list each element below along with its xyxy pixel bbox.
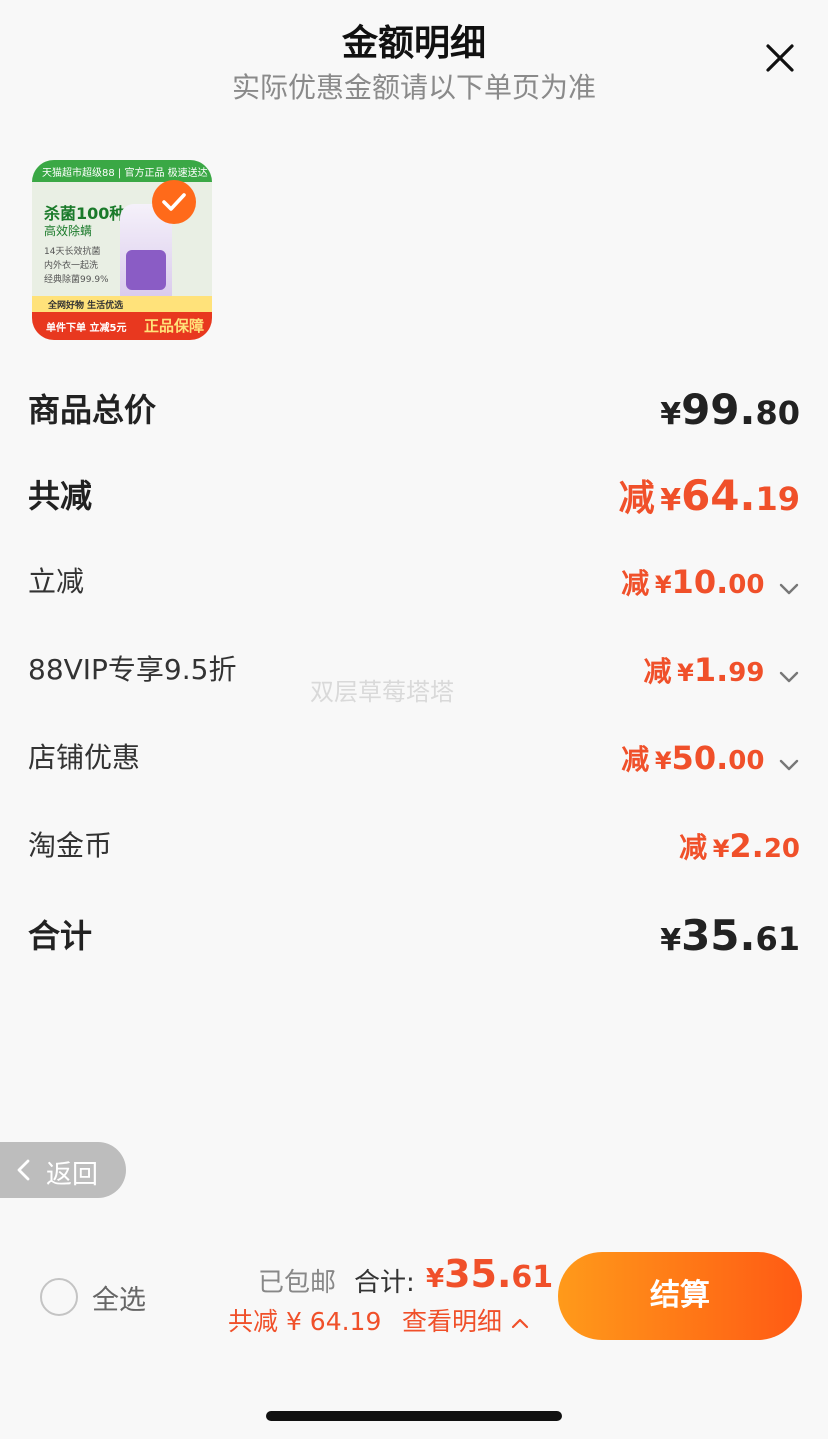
discount-amount: 减 ¥1.99 bbox=[644, 640, 800, 706]
amount-int: 64. bbox=[681, 471, 756, 520]
product-feature: 经典除菌99.9% bbox=[44, 275, 109, 285]
discount-row-coins: 淘金币 减 ¥2.20 bbox=[28, 816, 800, 876]
chevron-down-icon[interactable] bbox=[778, 666, 800, 688]
amount-dec: 00 bbox=[728, 570, 765, 600]
page-subtitle: 实际优惠金额请以下单页为准 bbox=[231, 71, 596, 104]
product-banner-1: 全网好物 生活优选 bbox=[32, 296, 212, 312]
amount-int: 1. bbox=[693, 651, 729, 689]
footer-total-amount: ¥35.61 bbox=[426, 1252, 553, 1296]
select-all-radio[interactable] bbox=[40, 1278, 78, 1316]
yen-symbol: ¥ bbox=[712, 835, 730, 863]
amount-int: 35. bbox=[444, 1252, 512, 1296]
discount-prefix: 减 bbox=[621, 743, 650, 776]
close-icon[interactable] bbox=[760, 38, 800, 78]
total-label: 合计 bbox=[28, 917, 93, 955]
total-discount-amount: 减 ¥64.19 bbox=[619, 466, 800, 535]
product-banner-2: 单件下单 立减5元 正品保障 bbox=[32, 312, 212, 340]
subtotal-label: 商品总价 bbox=[28, 391, 157, 429]
amount-dec: 61 bbox=[511, 1260, 554, 1295]
product-banner-1-text: 全网好物 生活优选 bbox=[48, 301, 124, 311]
total-amount: ¥35.61 bbox=[660, 906, 800, 975]
amount-int: 35. bbox=[681, 911, 756, 960]
discount-label: 淘金币 bbox=[28, 829, 113, 862]
yen-symbol: ¥ bbox=[677, 659, 694, 687]
discount-amount: 减 ¥2.20 bbox=[679, 816, 800, 882]
page-title: 金额明细 bbox=[341, 23, 486, 64]
discount-prefix: 减 bbox=[643, 655, 672, 688]
product-feature: 内外衣一起洗 bbox=[44, 261, 99, 271]
amount-dec: 19 bbox=[755, 480, 800, 518]
yen-symbol: ¥ bbox=[426, 1264, 445, 1294]
amount-int: 10. bbox=[671, 563, 729, 601]
subtotal-row: 商品总价 ¥99.80 bbox=[28, 380, 800, 440]
yen-symbol: ¥ bbox=[654, 747, 672, 775]
discount-row-instant[interactable]: 立减 减 ¥10.00 bbox=[28, 552, 800, 612]
product-top-band: 天猫超市超级88 | 官方正品 极速送达 bbox=[32, 160, 212, 182]
total-discount-row: 共减 减 ¥64.19 bbox=[28, 466, 800, 526]
amount-int: 50. bbox=[671, 739, 729, 777]
product-subhead: 高效除螨 bbox=[44, 224, 93, 238]
product-badge: 正品保障 bbox=[143, 317, 204, 335]
amount-int: 99. bbox=[681, 385, 756, 434]
amount-dec: 20 bbox=[763, 834, 800, 864]
back-label: 返回 bbox=[46, 1160, 99, 1190]
checkout-button[interactable]: 结算 bbox=[558, 1252, 802, 1340]
chevron-left-icon bbox=[17, 1159, 30, 1181]
product-top-band-text: 天猫超市超级88 | 官方正品 极速送达 bbox=[42, 168, 208, 179]
footer-savings: 共减 ¥ 64.19 bbox=[228, 1307, 382, 1336]
yen-symbol: ¥ bbox=[660, 397, 682, 432]
chevron-up-icon bbox=[511, 1318, 529, 1329]
discount-prefix: 减 bbox=[621, 567, 650, 600]
discount-amount: 减 ¥10.00 bbox=[621, 552, 800, 618]
view-details-link[interactable]: 查看明细 bbox=[402, 1302, 530, 1338]
discount-prefix: 减 bbox=[618, 478, 655, 519]
watermark: 双层草莓塔塔 bbox=[310, 678, 454, 706]
chevron-down-icon[interactable] bbox=[778, 578, 800, 600]
discount-label: 店铺优惠 bbox=[28, 741, 141, 774]
total-discount-label: 共减 bbox=[28, 477, 93, 515]
amount-dec: 00 bbox=[728, 746, 765, 776]
yen-symbol: ¥ bbox=[654, 571, 672, 599]
product-feature: 14天长效抗菌 bbox=[44, 247, 101, 257]
amount-dec: 80 bbox=[755, 394, 800, 432]
product-headline: 杀菌100种 bbox=[44, 204, 126, 223]
product-thumbnail[interactable]: 天猫超市超级88 | 官方正品 极速送达 杀菌100种 高效除螨 14天长效抗菌… bbox=[32, 160, 212, 340]
discount-label: 立减 bbox=[28, 565, 85, 598]
yen-symbol: ¥ bbox=[660, 923, 682, 958]
select-all-label[interactable]: 全选 bbox=[92, 1278, 146, 1317]
checkmark-icon[interactable] bbox=[152, 180, 196, 224]
discount-row-store[interactable]: 店铺优惠 减 ¥50.00 bbox=[28, 728, 800, 788]
view-details-label: 查看明细 bbox=[402, 1307, 503, 1336]
product-banner-2-text: 单件下单 立减5元 bbox=[46, 323, 127, 334]
free-shipping-label: 已包邮 bbox=[258, 1268, 337, 1298]
amount-dec: 61 bbox=[755, 920, 800, 958]
home-indicator[interactable] bbox=[266, 1411, 562, 1421]
amount-int: 2. bbox=[729, 827, 764, 865]
back-button[interactable]: 返回 bbox=[0, 1142, 126, 1198]
chevron-down-icon[interactable] bbox=[778, 754, 800, 776]
footer-total-label: 合计: bbox=[354, 1268, 415, 1298]
discount-amount: 减 ¥50.00 bbox=[621, 728, 800, 794]
amount-dec: 99 bbox=[728, 658, 765, 688]
total-row: 合计 ¥35.61 bbox=[28, 906, 800, 966]
subtotal-amount: ¥99.80 bbox=[660, 380, 800, 449]
yen-symbol: ¥ bbox=[660, 483, 682, 518]
discount-prefix: 减 bbox=[679, 831, 708, 864]
header: 金额明细 实际优惠金额请以下单页为准 bbox=[0, 0, 828, 120]
discount-label: 88VIP专享9.5折 bbox=[28, 653, 237, 686]
